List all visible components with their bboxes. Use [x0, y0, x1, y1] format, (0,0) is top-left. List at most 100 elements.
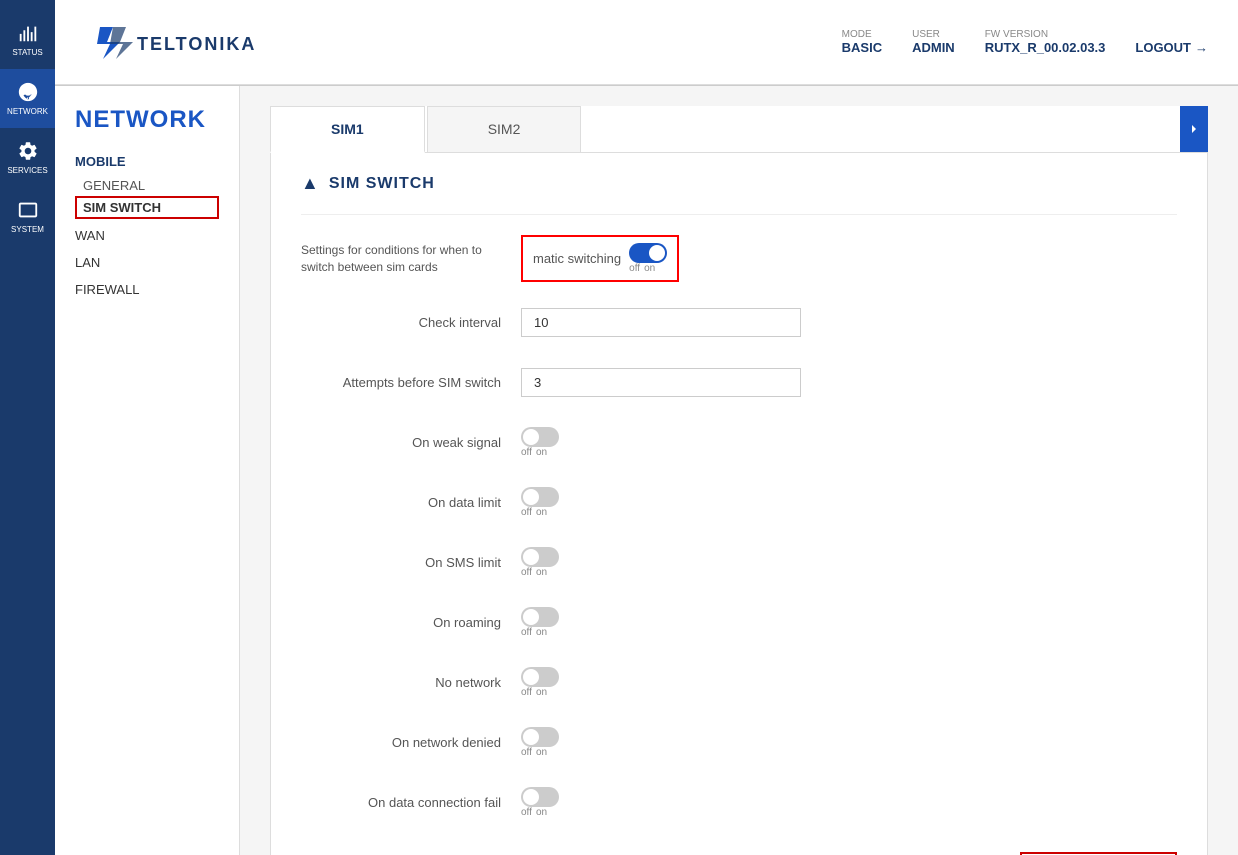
sms-limit-toggle[interactable]	[521, 547, 559, 567]
data-connection-fail-labels: offon	[521, 807, 547, 818]
attempts-row: Attempts before SIM switch	[301, 362, 1177, 402]
auto-switching-toggle-labels: off on	[629, 263, 655, 274]
sidebar-item-system[interactable]: SYSTEM	[0, 187, 55, 246]
no-network-toggle-wrapper: offon	[521, 667, 1177, 698]
weak-signal-control: offon	[521, 427, 1177, 458]
data-limit-toggle[interactable]	[521, 487, 559, 507]
network-denied-toggle[interactable]	[521, 727, 559, 747]
tab-sim2[interactable]: SIM2	[427, 106, 582, 152]
sidebar-item-network[interactable]: NETWORK	[0, 69, 55, 128]
auto-switching-desc: Settings for conditions for when to swit…	[301, 242, 521, 276]
network-icon	[17, 81, 39, 103]
check-interval-input[interactable]	[521, 308, 801, 337]
network-denied-labels: offon	[521, 747, 547, 758]
logo-area: TELTONIKA	[85, 17, 285, 67]
tab-arrow[interactable]	[1180, 106, 1208, 152]
roaming-toggle[interactable]	[521, 607, 559, 627]
sim-switch-card: ▲ SIM SWITCH Settings for conditions for…	[270, 153, 1208, 855]
data-connection-fail-label: On data connection fail	[301, 795, 521, 810]
data-connection-fail-toggle-wrapper: offon	[521, 787, 1177, 818]
auto-switching-toggle-wrapper: off on	[629, 243, 667, 274]
sms-limit-toggle-wrapper: offon	[521, 547, 1177, 578]
attempts-label: Attempts before SIM switch	[301, 375, 521, 390]
no-network-labels: offon	[521, 687, 547, 698]
nav-category-mobile[interactable]: MOBILE	[75, 154, 219, 169]
mode-label: MODE	[842, 29, 872, 40]
sidebar-item-services[interactable]: SERVICES	[0, 128, 55, 187]
content-wrapper: NETWORK MOBILE GENERAL SIM SWITCH WAN LA…	[55, 86, 1238, 855]
left-nav: NETWORK MOBILE GENERAL SIM SWITCH WAN LA…	[55, 86, 240, 855]
sms-limit-row: On SMS limit offon	[301, 542, 1177, 582]
sms-limit-label: On SMS limit	[301, 555, 521, 570]
no-network-control: offon	[521, 667, 1177, 698]
sidebar-label-status: STATUS	[12, 48, 42, 57]
data-connection-fail-slider	[521, 787, 559, 807]
roaming-control: offon	[521, 607, 1177, 638]
nav-item-lan[interactable]: LAN	[75, 252, 219, 273]
check-interval-row: Check interval	[301, 302, 1177, 342]
collapse-icon[interactable]: ▲	[301, 173, 319, 194]
data-limit-label: On data limit	[301, 495, 521, 510]
topbar-right: MODE BASIC USER ADMIN FW VERSION RUTX_R_…	[842, 29, 1208, 55]
auto-switching-partial-label: matic switching	[533, 251, 621, 266]
roaming-label: On roaming	[301, 615, 521, 630]
network-denied-slider	[521, 727, 559, 747]
attempts-control	[521, 368, 1177, 397]
nav-item-general[interactable]: GENERAL	[75, 175, 219, 196]
nav-item-sim-switch[interactable]: SIM SWITCH	[75, 196, 219, 219]
logout-button[interactable]: LOGOUT →	[1135, 40, 1208, 55]
sidebar-label-network: NETWORK	[7, 107, 48, 116]
services-icon	[17, 140, 39, 162]
sidebar-label-system: SYSTEM	[11, 225, 44, 234]
roaming-row: On roaming offon	[301, 602, 1177, 642]
data-connection-fail-toggle[interactable]	[521, 787, 559, 807]
no-network-toggle[interactable]	[521, 667, 559, 687]
weak-signal-labels: offon	[521, 447, 547, 458]
section-title: SIM SWITCH	[329, 175, 435, 193]
data-limit-slider	[521, 487, 559, 507]
check-interval-label: Check interval	[301, 315, 521, 330]
mode-value: BASIC	[842, 40, 882, 55]
sidebar-label-services: SERVICES	[7, 166, 47, 175]
data-limit-toggle-wrapper: offon	[521, 487, 1177, 518]
weak-signal-label: On weak signal	[301, 435, 521, 450]
system-icon	[17, 199, 39, 221]
topbar: TELTONIKA MODE BASIC USER ADMIN FW VERSI…	[55, 0, 1238, 85]
section-header: ▲ SIM SWITCH	[301, 173, 1177, 194]
roaming-slider	[521, 607, 559, 627]
check-interval-control	[521, 308, 1177, 337]
no-network-label: No network	[301, 675, 521, 690]
network-denied-toggle-wrapper: offon	[521, 727, 1177, 758]
svg-text:TELTONIKA: TELTONIKA	[137, 34, 256, 54]
no-network-slider	[521, 667, 559, 687]
fw-label: FW VERSION	[985, 29, 1048, 40]
weak-signal-row: On weak signal offon	[301, 422, 1177, 462]
data-limit-row: On data limit offon	[301, 482, 1177, 522]
tab-sim1[interactable]: SIM1	[270, 106, 425, 153]
nav-section-title: NETWORK	[75, 106, 219, 134]
user-value: ADMIN	[912, 40, 955, 55]
mode-item: MODE BASIC	[842, 29, 882, 55]
status-icon	[17, 22, 39, 44]
auto-switching-toggle[interactable]	[629, 243, 667, 263]
sms-limit-slider	[521, 547, 559, 567]
auto-switching-highlight: matic switching off on	[521, 235, 679, 282]
attempts-input[interactable]	[521, 368, 801, 397]
no-network-row: No network offon	[301, 662, 1177, 702]
sidebar-item-status[interactable]: STATUS	[0, 10, 55, 69]
weak-signal-toggle[interactable]	[521, 427, 559, 447]
auto-switching-slider	[629, 243, 667, 263]
roaming-labels: offon	[521, 627, 547, 638]
weak-signal-toggle-wrapper: offon	[521, 427, 1177, 458]
data-connection-fail-control: offon	[521, 787, 1177, 818]
data-limit-labels: offon	[521, 507, 547, 518]
data-connection-fail-row: On data connection fail offon	[301, 782, 1177, 822]
chevron-right-icon	[1188, 123, 1200, 135]
nav-item-firewall[interactable]: FIREWALL	[75, 279, 219, 300]
sidebar: STATUS NETWORK SERVICES SYSTEM	[0, 0, 55, 855]
auto-switching-control: matic switching off on	[521, 235, 1177, 282]
fw-item: FW VERSION RUTX_R_00.02.03.3	[985, 29, 1106, 55]
nav-item-wan[interactable]: WAN	[75, 225, 219, 246]
main-panel: SIM1 SIM2 ▲ SIM SWITCH Settings	[240, 86, 1238, 855]
network-denied-label: On network denied	[301, 735, 521, 750]
